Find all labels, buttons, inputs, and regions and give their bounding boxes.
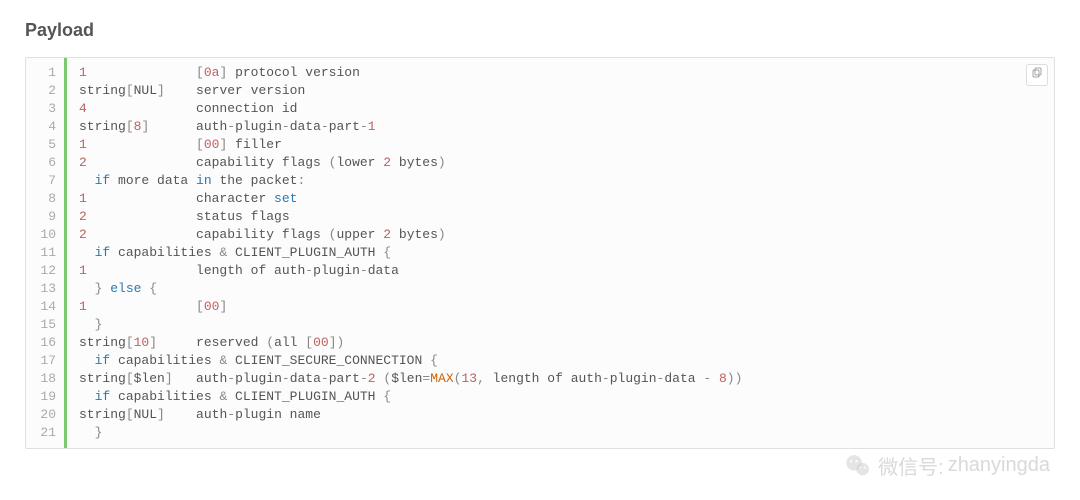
- section-heading: Payload: [25, 20, 1055, 41]
- clipboard-icon: [1031, 66, 1043, 84]
- line-number: 6: [26, 154, 64, 172]
- line-number: 17: [26, 352, 64, 370]
- code-line: 1 [0a] protocol version: [79, 64, 1042, 82]
- code-line: string[8] auth-plugin-data-part-1: [79, 118, 1042, 136]
- code-line: }: [79, 424, 1042, 442]
- code-content: 1 [0a] protocol versionstring[NUL] serve…: [67, 58, 1054, 448]
- line-number: 8: [26, 190, 64, 208]
- line-number: 11: [26, 244, 64, 262]
- watermark: 微信号: zhanyingda: [844, 451, 1050, 480]
- code-line: 2 capability flags (upper 2 bytes): [79, 226, 1042, 244]
- line-number: 5: [26, 136, 64, 154]
- line-number: 15: [26, 316, 64, 334]
- line-number-gutter: 123456789101112131415161718192021: [26, 58, 67, 448]
- code-line: }: [79, 316, 1042, 334]
- copy-button[interactable]: [1026, 64, 1048, 86]
- code-line: string[$len] auth-plugin-data-part-2 ($l…: [79, 370, 1042, 388]
- line-number: 10: [26, 226, 64, 244]
- code-line: 1 character set: [79, 190, 1042, 208]
- code-line: string[NUL] auth-plugin name: [79, 406, 1042, 424]
- line-number: 3: [26, 100, 64, 118]
- line-number: 13: [26, 280, 64, 298]
- code-line: string[10] reserved (all [00]): [79, 334, 1042, 352]
- watermark-id: zhanyingda: [948, 454, 1050, 477]
- code-line: 1 [00] filler: [79, 136, 1042, 154]
- line-number: 21: [26, 424, 64, 442]
- code-line: if capabilities & CLIENT_PLUGIN_AUTH {: [79, 388, 1042, 406]
- line-number: 18: [26, 370, 64, 388]
- code-line: 1 [00]: [79, 298, 1042, 316]
- code-line: string[NUL] server version: [79, 82, 1042, 100]
- line-number: 14: [26, 298, 64, 316]
- code-line: if capabilities & CLIENT_SECURE_CONNECTI…: [79, 352, 1042, 370]
- code-block: 123456789101112131415161718192021 1 [0a]…: [25, 57, 1055, 449]
- code-line: 2 capability flags (lower 2 bytes): [79, 154, 1042, 172]
- line-number: 2: [26, 82, 64, 100]
- code-line: if more data in the packet:: [79, 172, 1042, 190]
- code-line: } else {: [79, 280, 1042, 298]
- line-number: 7: [26, 172, 64, 190]
- code-line: 2 status flags: [79, 208, 1042, 226]
- line-number: 20: [26, 406, 64, 424]
- watermark-label: 微信号:: [878, 451, 944, 480]
- code-line: if capabilities & CLIENT_PLUGIN_AUTH {: [79, 244, 1042, 262]
- code-line: 1 length of auth-plugin-data: [79, 262, 1042, 280]
- code-line: 4 connection id: [79, 100, 1042, 118]
- wechat-icon: [844, 452, 872, 480]
- line-number: 19: [26, 388, 64, 406]
- line-number: 4: [26, 118, 64, 136]
- line-number: 16: [26, 334, 64, 352]
- line-number: 12: [26, 262, 64, 280]
- line-number: 1: [26, 64, 64, 82]
- line-number: 9: [26, 208, 64, 226]
